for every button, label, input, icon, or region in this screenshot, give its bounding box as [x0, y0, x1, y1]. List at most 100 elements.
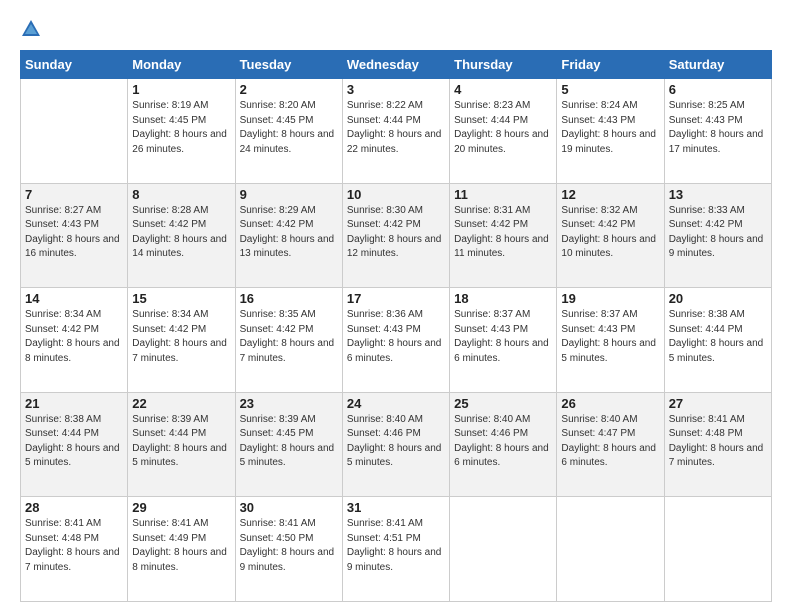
calendar-cell: 8Sunrise: 8:28 AM Sunset: 4:42 PM Daylig… — [128, 183, 235, 288]
calendar-table: SundayMondayTuesdayWednesdayThursdayFrid… — [20, 50, 772, 602]
day-number: 10 — [347, 187, 445, 202]
calendar-cell: 13 Sunrise: 8:33 AM Sunset: 4:42 PM Dayli… — [664, 183, 771, 288]
day-info: Sunrise: 8:22 AM Sunset: 4:44 PM Dayligh… — [347, 99, 445, 157]
day-number: 26 — [561, 396, 659, 411]
day-number: 20 — [669, 291, 767, 306]
day-number: 15 — [132, 291, 230, 306]
day-number: 12 — [561, 187, 659, 202]
calendar-cell: 11 Sunrise: 8:31 AM Sunset: 4:42 PM Dayli… — [450, 183, 557, 288]
day-number: 3 — [347, 82, 445, 97]
day-number: 4 — [454, 82, 552, 97]
calendar-cell: 5 Sunrise: 8:24 AM Sunset: 4:43 PM Daylig… — [557, 79, 664, 184]
day-info: Sunrise: 8:27 AM Sunset: 4:43 PM Dayligh… — [25, 204, 123, 262]
day-number: 13 — [669, 187, 767, 202]
calendar-cell: 19 Sunrise: 8:37 AM Sunset: 4:43 PM Dayli… — [557, 288, 664, 393]
day-number: 31 — [347, 500, 445, 515]
calendar-cell: 20 Sunrise: 8:38 AM Sunset: 4:44 PM Dayli… — [664, 288, 771, 393]
calendar-week-row: 21 Sunrise: 8:38 AM Sunset: 4:44 PM Dayli… — [21, 392, 772, 497]
day-info: Sunrise: 8:34 AM Sunset: 4:42 PM Dayligh… — [25, 308, 123, 366]
calendar-cell: 6 Sunrise: 8:25 AM Sunset: 4:43 PM Daylig… — [664, 79, 771, 184]
calendar-cell: 3 Sunrise: 8:22 AM Sunset: 4:44 PM Daylig… — [342, 79, 449, 184]
day-info: Sunrise: 8:32 AM Sunset: 4:42 PM Dayligh… — [561, 204, 659, 262]
day-info: Sunrise: 8:24 AM Sunset: 4:43 PM Dayligh… — [561, 99, 659, 157]
day-info: Sunrise: 8:19 AM Sunset: 4:45 PM Dayligh… — [132, 99, 230, 157]
day-number: 14 — [25, 291, 123, 306]
day-number: 16 — [240, 291, 338, 306]
header — [20, 18, 772, 40]
day-number: 29 — [132, 500, 230, 515]
day-info: Sunrise: 8:36 AM Sunset: 4:43 PM Dayligh… — [347, 308, 445, 366]
day-header-wednesday: Wednesday — [342, 51, 449, 79]
calendar-cell: 14 Sunrise: 8:34 AM Sunset: 4:42 PM Dayli… — [21, 288, 128, 393]
day-number: 23 — [240, 396, 338, 411]
day-number: 6 — [669, 82, 767, 97]
day-number: 7 — [25, 187, 123, 202]
day-header-monday: Monday — [128, 51, 235, 79]
calendar-cell — [450, 497, 557, 602]
day-number: 22 — [132, 396, 230, 411]
calendar-cell: 12 Sunrise: 8:32 AM Sunset: 4:42 PM Dayli… — [557, 183, 664, 288]
day-number: 11 — [454, 187, 552, 202]
calendar-cell: 29 Sunrise: 8:41 AM Sunset: 4:49 PM Dayli… — [128, 497, 235, 602]
day-header-sunday: Sunday — [21, 51, 128, 79]
day-number: 18 — [454, 291, 552, 306]
day-info: Sunrise: 8:33 AM Sunset: 4:42 PM Dayligh… — [669, 204, 767, 262]
calendar-cell — [664, 497, 771, 602]
calendar-week-row: 1 Sunrise: 8:19 AM Sunset: 4:45 PM Daylig… — [21, 79, 772, 184]
day-number: 27 — [669, 396, 767, 411]
day-info: Sunrise: 8:41 AM Sunset: 4:49 PM Dayligh… — [132, 517, 230, 575]
day-info: Sunrise: 8:40 AM Sunset: 4:47 PM Dayligh… — [561, 413, 659, 471]
day-header-tuesday: Tuesday — [235, 51, 342, 79]
calendar-cell: 31 Sunrise: 8:41 AM Sunset: 4:51 PM Dayli… — [342, 497, 449, 602]
calendar-cell: 1 Sunrise: 8:19 AM Sunset: 4:45 PM Daylig… — [128, 79, 235, 184]
calendar-cell — [21, 79, 128, 184]
calendar-cell: 24Sunrise: 8:40 AM Sunset: 4:46 PM Dayli… — [342, 392, 449, 497]
day-info: Sunrise: 8:29 AM Sunset: 4:42 PM Dayligh… — [240, 204, 338, 262]
calendar-week-row: 7 Sunrise: 8:27 AM Sunset: 4:43 PM Daylig… — [21, 183, 772, 288]
day-number: 1 — [132, 82, 230, 97]
calendar-week-row: 14 Sunrise: 8:34 AM Sunset: 4:42 PM Dayli… — [21, 288, 772, 393]
day-info: Sunrise: 8:31 AM Sunset: 4:42 PM Dayligh… — [454, 204, 552, 262]
day-number: 8 — [132, 187, 230, 202]
day-number: 28 — [25, 500, 123, 515]
calendar-week-row: 28 Sunrise: 8:41 AM Sunset: 4:48 PM Dayli… — [21, 497, 772, 602]
calendar-cell: 16 Sunrise: 8:35 AM Sunset: 4:42 PM Dayli… — [235, 288, 342, 393]
day-info: Sunrise: 8:38 AM Sunset: 4:44 PM Dayligh… — [669, 308, 767, 366]
day-info: Sunrise: 8:38 AM Sunset: 4:44 PM Dayligh… — [25, 413, 123, 471]
day-info: Sunrise: 8:41 AM Sunset: 4:48 PM Dayligh… — [25, 517, 123, 575]
day-info: Sunrise: 8:41 AM Sunset: 4:48 PM Dayligh… — [669, 413, 767, 471]
day-header-friday: Friday — [557, 51, 664, 79]
day-number: 2 — [240, 82, 338, 97]
day-info: Sunrise: 8:25 AM Sunset: 4:43 PM Dayligh… — [669, 99, 767, 157]
calendar-cell: 22 Sunrise: 8:39 AM Sunset: 4:44 PM Dayli… — [128, 392, 235, 497]
day-number: 5 — [561, 82, 659, 97]
day-header-thursday: Thursday — [450, 51, 557, 79]
day-number: 30 — [240, 500, 338, 515]
day-info: Sunrise: 8:37 AM Sunset: 4:43 PM Dayligh… — [561, 308, 659, 366]
day-number: 17 — [347, 291, 445, 306]
day-info: Sunrise: 8:35 AM Sunset: 4:42 PM Dayligh… — [240, 308, 338, 366]
calendar-cell: 30 Sunrise: 8:41 AM Sunset: 4:50 PM Dayli… — [235, 497, 342, 602]
calendar-cell: 25Sunrise: 8:40 AM Sunset: 4:46 PM Dayli… — [450, 392, 557, 497]
calendar-cell: 28 Sunrise: 8:41 AM Sunset: 4:48 PM Dayli… — [21, 497, 128, 602]
day-info: Sunrise: 8:41 AM Sunset: 4:51 PM Dayligh… — [347, 517, 445, 575]
logo — [20, 18, 44, 40]
calendar-cell — [557, 497, 664, 602]
day-info: Sunrise: 8:20 AM Sunset: 4:45 PM Dayligh… — [240, 99, 338, 157]
day-number: 25 — [454, 396, 552, 411]
day-info: Sunrise: 8:41 AM Sunset: 4:50 PM Dayligh… — [240, 517, 338, 575]
calendar-cell: 21 Sunrise: 8:38 AM Sunset: 4:44 PM Dayli… — [21, 392, 128, 497]
calendar-cell: 26 Sunrise: 8:40 AM Sunset: 4:47 PM Dayli… — [557, 392, 664, 497]
calendar-cell: 15Sunrise: 8:34 AM Sunset: 4:42 PM Dayli… — [128, 288, 235, 393]
calendar-cell: 9Sunrise: 8:29 AM Sunset: 4:42 PM Daylig… — [235, 183, 342, 288]
day-info: Sunrise: 8:37 AM Sunset: 4:43 PM Dayligh… — [454, 308, 552, 366]
logo-icon — [20, 18, 42, 40]
day-info: Sunrise: 8:39 AM Sunset: 4:45 PM Dayligh… — [240, 413, 338, 471]
day-number: 21 — [25, 396, 123, 411]
calendar-cell: 4Sunrise: 8:23 AM Sunset: 4:44 PM Daylig… — [450, 79, 557, 184]
day-number: 19 — [561, 291, 659, 306]
calendar-cell: 23 Sunrise: 8:39 AM Sunset: 4:45 PM Dayli… — [235, 392, 342, 497]
page: SundayMondayTuesdayWednesdayThursdayFrid… — [0, 0, 792, 612]
day-info: Sunrise: 8:40 AM Sunset: 4:46 PM Dayligh… — [347, 413, 445, 471]
day-info: Sunrise: 8:39 AM Sunset: 4:44 PM Dayligh… — [132, 413, 230, 471]
